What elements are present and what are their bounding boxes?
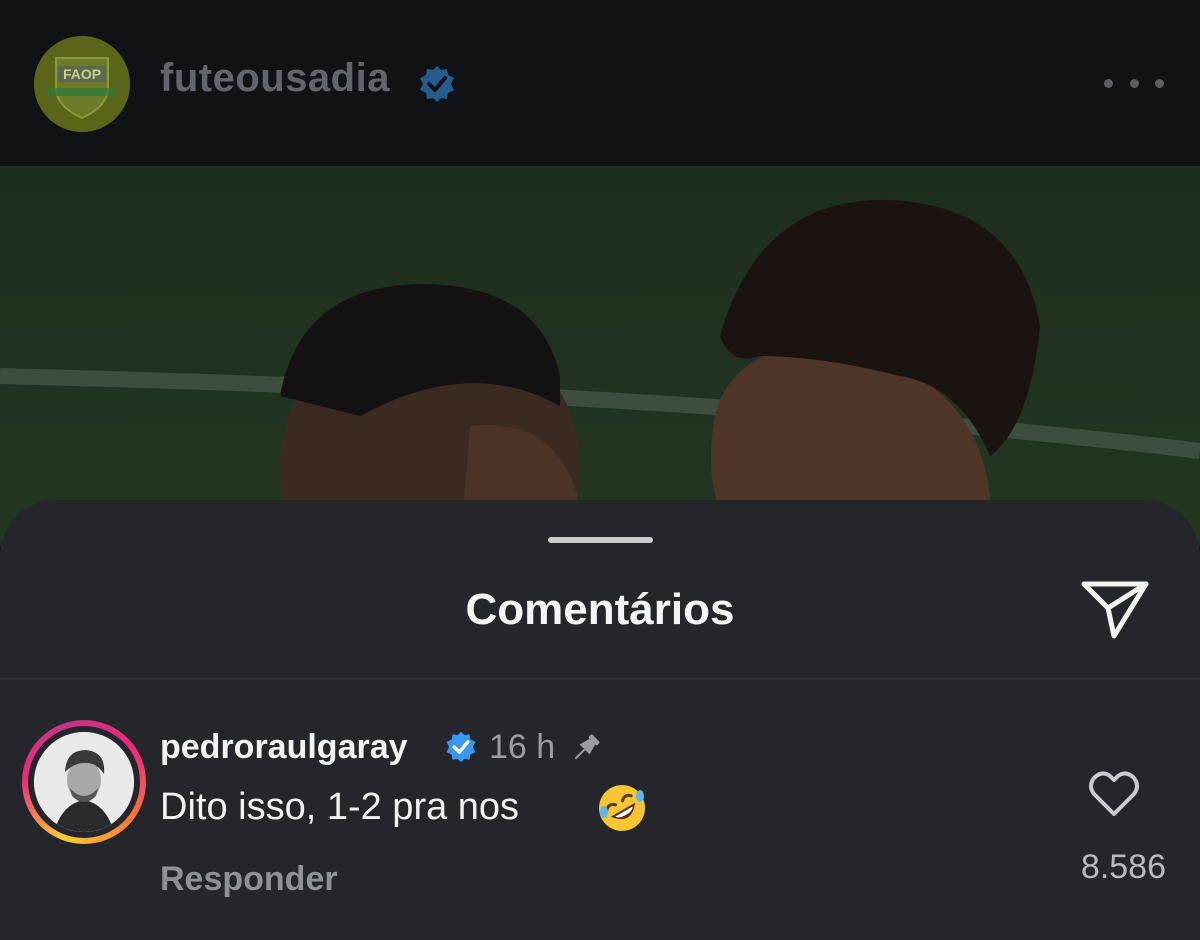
sheet-title: Comentários <box>465 585 735 634</box>
comment-avatar[interactable] <box>34 732 134 832</box>
heart-icon[interactable] <box>1086 768 1142 820</box>
account-username[interactable]: futeousadia <box>160 56 390 101</box>
comment-username[interactable]: pedroraulgaray <box>160 728 408 767</box>
more-options-button[interactable] <box>1104 66 1164 100</box>
post-header: FAOP futeousadia <box>0 0 1200 166</box>
pin-icon <box>574 734 600 760</box>
paper-plane-icon[interactable] <box>1078 578 1152 642</box>
sheet-drag-handle[interactable] <box>548 537 653 543</box>
comment-text: Dito isso, 1-2 pra nos <box>160 786 520 828</box>
reply-button[interactable]: Responder <box>160 860 338 899</box>
like-count: 8.586 <box>1080 848 1166 886</box>
account-avatar[interactable]: FAOP <box>34 36 130 132</box>
svg-text:FAOP: FAOP <box>63 66 101 82</box>
verified-badge-icon <box>420 66 454 102</box>
faop-logo-icon: FAOP <box>34 36 130 132</box>
sheet-divider <box>0 678 1200 680</box>
verified-badge-icon <box>446 731 476 763</box>
more-horizontal-icon <box>1104 78 1113 88</box>
video-frame-image <box>0 166 1200 546</box>
user-photo-image <box>34 732 134 832</box>
comment-timestamp: 16 h <box>489 728 556 766</box>
post-video[interactable] <box>0 166 1200 546</box>
rolling-on-floor-laughing-icon <box>599 785 645 831</box>
